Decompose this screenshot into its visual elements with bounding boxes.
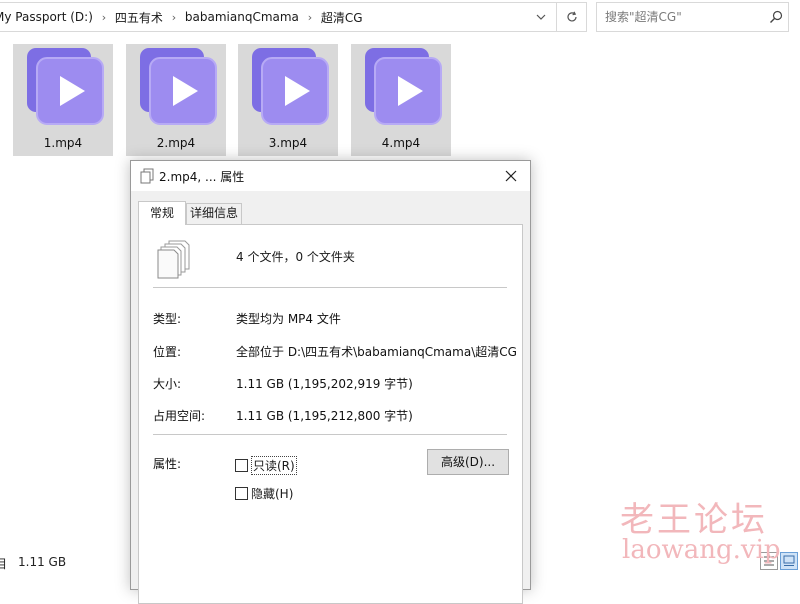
location-label: 位置:: [153, 345, 182, 359]
tab-general[interactable]: 常规: [138, 201, 186, 225]
divider: [153, 434, 507, 435]
selection-summary: 4 个文件，0 个文件夹: [236, 250, 355, 264]
video-file-icon: [252, 48, 329, 125]
chevron-down-icon: [536, 14, 546, 20]
watermark-text: 老王论坛: [620, 500, 768, 540]
size-value: 1.11 GB (1,195,202,919 字节): [236, 377, 413, 391]
watermark-url: laowang.vip: [622, 535, 781, 565]
breadcrumb-folder-2[interactable]: babamianqCmama: [181, 10, 303, 24]
type-label: 类型:: [153, 312, 182, 326]
advanced-button[interactable]: 高级(D)...: [427, 449, 509, 475]
type-value: 类型均为 MP4 文件: [236, 312, 341, 326]
video-file-icon: [140, 48, 217, 125]
readonly-checkbox[interactable]: [235, 459, 248, 472]
chevron-right-icon[interactable]: ›: [303, 11, 317, 24]
refresh-button[interactable]: [556, 3, 586, 31]
file-tile[interactable]: 4.mp4: [351, 44, 451, 156]
properties-dialog: 2.mp4, ... 属性 常规 详细信息 4 个文件，0 个文件夹 类型: 类…: [130, 160, 531, 604]
status-items-label: 目: [0, 557, 8, 571]
size-on-disk-label: 占用空间:: [153, 409, 206, 423]
chevron-right-icon[interactable]: ›: [97, 11, 111, 24]
video-file-icon: [365, 48, 442, 125]
file-tile[interactable]: 3.mp4: [238, 44, 338, 156]
breadcrumb-folder-1[interactable]: 四五有术: [111, 9, 167, 26]
dialog-titlebar[interactable]: 2.mp4, ... 属性: [131, 161, 530, 191]
address-bar[interactable]: My Passport (D:) › 四五有术 › babamianqCmama…: [0, 2, 587, 32]
large-icons-view-icon[interactable]: [780, 552, 798, 570]
file-name: 1.mp4: [43, 136, 83, 150]
breadcrumb: My Passport (D:) › 四五有术 › babamianqCmama…: [0, 3, 367, 31]
tab-details[interactable]: 详细信息: [186, 203, 242, 224]
video-file-icon: [27, 48, 104, 125]
hidden-checkbox-row[interactable]: 隐藏(H): [235, 485, 293, 502]
general-panel: 4 个文件，0 个文件夹 类型: 类型均为 MP4 文件 位置: 全部位于 D:…: [138, 224, 523, 604]
file-tile[interactable]: 1.mp4: [13, 44, 113, 156]
size-on-disk-value: 1.11 GB (1,195,212,800 字节): [236, 409, 413, 423]
close-icon: [505, 170, 517, 182]
hidden-label[interactable]: 隐藏(H): [251, 485, 293, 502]
status-selected-size: 1.11 GB: [18, 555, 67, 569]
file-name: 2.mp4: [156, 136, 196, 150]
search-icon[interactable]: [768, 9, 784, 25]
search-box[interactable]: [596, 2, 789, 32]
attributes-label: 属性:: [153, 457, 182, 471]
address-history-dropdown[interactable]: [528, 3, 554, 31]
multiple-files-icon: [157, 240, 190, 279]
refresh-icon: [566, 11, 577, 22]
search-input[interactable]: [605, 8, 765, 26]
readonly-label[interactable]: 只读(R): [251, 456, 297, 475]
hidden-checkbox[interactable]: [235, 487, 248, 500]
breadcrumb-drive[interactable]: My Passport (D:): [0, 10, 97, 24]
files-icon: [140, 168, 154, 184]
location-value: 全部位于 D:\四五有术\babamianqCmama\超清CG: [236, 345, 517, 359]
chevron-right-icon[interactable]: ›: [167, 11, 181, 24]
readonly-checkbox-row[interactable]: 只读(R): [235, 456, 297, 475]
size-label: 大小:: [153, 377, 182, 391]
divider: [153, 287, 507, 288]
close-button[interactable]: [493, 161, 529, 191]
file-name: 3.mp4: [268, 136, 308, 150]
file-name: 4.mp4: [381, 136, 421, 150]
file-tile[interactable]: 2.mp4: [126, 44, 226, 156]
dialog-title: 2.mp4, ... 属性: [159, 170, 245, 184]
breadcrumb-folder-3[interactable]: 超清CG: [317, 9, 367, 26]
